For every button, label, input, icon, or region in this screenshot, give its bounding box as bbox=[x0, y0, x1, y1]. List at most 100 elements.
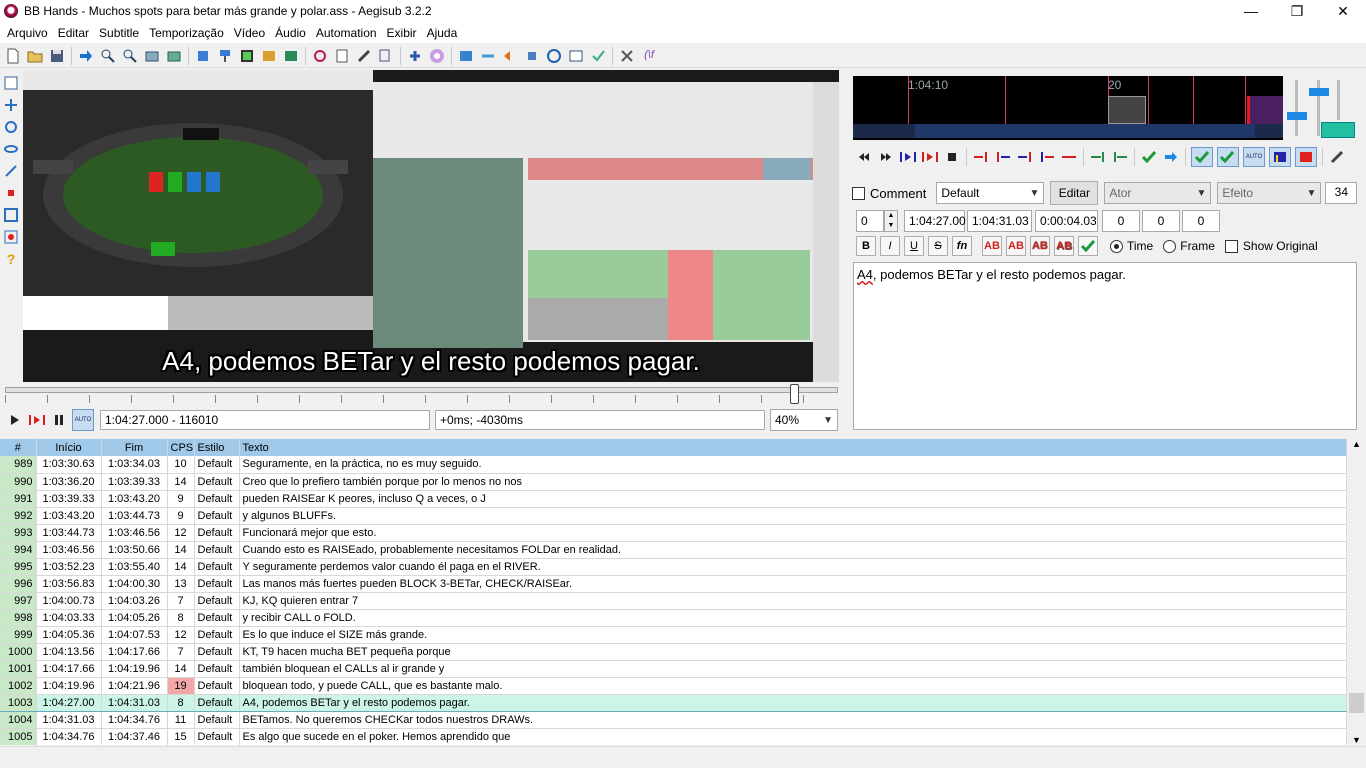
shadow-color-button[interactable]: AB bbox=[1054, 236, 1074, 256]
attachments-icon[interactable] bbox=[238, 47, 256, 65]
drag-tool-icon[interactable] bbox=[2, 96, 20, 114]
autoscroll-video-toggle[interactable]: AUTO bbox=[72, 409, 94, 431]
table-row[interactable]: 999 1:04:05.36 1:04:07.53 12 Default Es … bbox=[0, 626, 1347, 644]
outline-color-button[interactable]: AB bbox=[1030, 236, 1050, 256]
menu-video[interactable]: Vídeo bbox=[229, 26, 270, 40]
header-number[interactable]: # bbox=[0, 439, 37, 456]
menu-audio[interactable]: Áudio bbox=[270, 26, 311, 40]
frame-mode-radio[interactable] bbox=[1163, 239, 1177, 253]
play-icon[interactable] bbox=[6, 411, 24, 429]
automation-manager-icon[interactable]: (\f bbox=[640, 47, 658, 65]
zoom-in-icon[interactable] bbox=[99, 47, 117, 65]
strikeout-button[interactable]: S bbox=[928, 236, 948, 256]
video-details-icon[interactable] bbox=[143, 47, 161, 65]
layer-field[interactable]: 0 bbox=[856, 210, 884, 232]
table-row[interactable]: 992 1:03:43.20 1:03:44.73 9 Default y al… bbox=[0, 507, 1347, 525]
table-row[interactable]: 997 1:04:00.73 1:04:03.26 7 Default KJ, … bbox=[0, 592, 1347, 610]
help-icon[interactable]: ? bbox=[2, 250, 20, 268]
table-row[interactable]: 1002 1:04:19.96 1:04:21.96 19 Default bl… bbox=[0, 677, 1347, 695]
header-cps[interactable]: CPS bbox=[167, 439, 195, 456]
video-zoom-select[interactable]: 40% ▼ bbox=[770, 409, 838, 431]
next-line-icon[interactable] bbox=[877, 148, 895, 166]
time-mode-radio[interactable] bbox=[1110, 239, 1123, 253]
auto-scroll-audio-toggle[interactable]: AUTO bbox=[1243, 147, 1265, 167]
script-checker-icon[interactable] bbox=[589, 47, 607, 65]
primary-color-button[interactable]: AB bbox=[982, 236, 1002, 256]
secondary-color-button[interactable]: AB bbox=[1006, 236, 1026, 256]
margin-vertical-field[interactable]: 0 bbox=[1182, 210, 1220, 232]
automation-icon[interactable] bbox=[311, 47, 329, 65]
play-end-icon[interactable] bbox=[1016, 148, 1034, 166]
menu-temporizacao[interactable]: Temporização bbox=[144, 26, 229, 40]
scrollbar-thumb[interactable] bbox=[1349, 693, 1364, 713]
seek-thumb[interactable] bbox=[790, 384, 799, 404]
audio-settings-icon[interactable] bbox=[1328, 148, 1346, 166]
assistant-icon[interactable] bbox=[428, 47, 446, 65]
lead-out-icon[interactable] bbox=[1111, 148, 1129, 166]
play-start-icon[interactable] bbox=[994, 148, 1012, 166]
table-row[interactable]: 994 1:03:46.56 1:03:50.66 14 Default Cua… bbox=[0, 541, 1347, 559]
audio-volume-thumb[interactable] bbox=[1309, 88, 1329, 96]
stop-icon[interactable] bbox=[943, 148, 961, 166]
vector-clip-tool-icon[interactable] bbox=[2, 206, 20, 224]
snapshot-icon[interactable] bbox=[165, 47, 183, 65]
header-start[interactable]: Início bbox=[36, 439, 102, 456]
prev-line-icon[interactable] bbox=[855, 148, 873, 166]
subtitle-text-editor[interactable]: A4, podemos BETar y el resto podemos pag… bbox=[853, 262, 1357, 430]
go-to-next-icon[interactable] bbox=[1162, 148, 1180, 166]
table-row[interactable]: 993 1:03:44.73 1:03:46.56 12 Default Fun… bbox=[0, 524, 1347, 542]
table-row-active[interactable]: 1003 1:04:27.00 1:04:31.03 8 Default A4,… bbox=[0, 693, 1347, 712]
timing-processor-icon[interactable] bbox=[457, 47, 475, 65]
clock-icon[interactable] bbox=[545, 47, 563, 65]
play-after-icon[interactable] bbox=[1038, 148, 1056, 166]
styling-assistant-icon[interactable] bbox=[523, 47, 541, 65]
play-line-icon[interactable] bbox=[28, 411, 46, 429]
margin-left-field[interactable]: 0 bbox=[1102, 210, 1140, 232]
fonts-collector-icon[interactable] bbox=[260, 47, 278, 65]
standard-tool-icon[interactable] bbox=[2, 74, 20, 92]
menu-exibir[interactable]: Exibir bbox=[382, 26, 422, 40]
audio-waveform-display[interactable]: 1:04:10 20 bbox=[853, 76, 1283, 140]
video-time-field[interactable]: 1:04:27.000 - 116010 bbox=[100, 410, 430, 430]
open-folder-icon[interactable] bbox=[26, 47, 44, 65]
audio-link-toggle[interactable] bbox=[1321, 122, 1355, 138]
resample-icon[interactable] bbox=[282, 47, 300, 65]
shift-times-icon[interactable] bbox=[479, 47, 497, 65]
clip-tool-icon[interactable] bbox=[2, 184, 20, 202]
scroll-down-icon[interactable]: ▼ bbox=[1347, 735, 1366, 745]
video-display[interactable]: A4, podemos BETar y el resto podemos pag… bbox=[23, 70, 839, 382]
header-style[interactable]: Estilo bbox=[194, 439, 240, 456]
rotate-z-tool-icon[interactable] bbox=[2, 118, 20, 136]
audio-zoom-slider[interactable] bbox=[1295, 80, 1298, 136]
resolution-icon[interactable] bbox=[567, 47, 585, 65]
effect-select[interactable]: Efeito ▼ bbox=[1217, 182, 1322, 204]
video-seek-slider[interactable] bbox=[5, 384, 838, 406]
table-row[interactable]: 996 1:03:56.83 1:04:00.30 13 Default Las… bbox=[0, 575, 1347, 593]
table-row[interactable]: 991 1:03:39.33 1:03:43.20 9 Default pued… bbox=[0, 490, 1347, 508]
comment-checkbox[interactable] bbox=[852, 186, 865, 200]
table-row[interactable]: 1004 1:04:31.03 1:04:34.76 11 Default BE… bbox=[0, 711, 1347, 729]
table-row[interactable]: 1005 1:04:34.76 1:04:37.46 15 Default Es… bbox=[0, 728, 1347, 745]
margin-right-field[interactable]: 0 bbox=[1142, 210, 1180, 232]
audio-zoom-thumb[interactable] bbox=[1287, 112, 1307, 120]
menu-automation[interactable]: Automation bbox=[311, 26, 382, 40]
save-icon[interactable] bbox=[48, 47, 66, 65]
options-tools-icon[interactable] bbox=[618, 47, 636, 65]
menu-subtitle[interactable]: Subtitle bbox=[94, 26, 144, 40]
minimize-button[interactable]: — bbox=[1228, 0, 1274, 22]
find-replace-icon[interactable] bbox=[377, 47, 395, 65]
end-time-field[interactable]: 1:04:31.03 bbox=[967, 210, 1032, 232]
table-row[interactable]: 1000 1:04:13.56 1:04:17.66 7 Default KT,… bbox=[0, 643, 1347, 661]
spell-check-icon[interactable] bbox=[355, 47, 373, 65]
start-time-field[interactable]: 1:04:27.00 bbox=[904, 210, 966, 232]
italic-button[interactable]: I bbox=[880, 236, 900, 256]
font-face-button[interactable]: fn bbox=[952, 236, 972, 256]
underline-button[interactable]: U bbox=[904, 236, 924, 256]
audio-extra-slider[interactable] bbox=[1337, 80, 1340, 120]
properties-icon[interactable] bbox=[216, 47, 234, 65]
select-lines-icon[interactable] bbox=[501, 47, 519, 65]
show-original-checkbox[interactable] bbox=[1224, 239, 1238, 253]
table-row[interactable]: 989 1:03:30.63 1:03:34.03 10 Default Seg… bbox=[0, 456, 1347, 474]
scroll-up-icon[interactable]: ▲ bbox=[1347, 439, 1366, 449]
duration-field[interactable]: 0:00:04.03 bbox=[1035, 210, 1098, 232]
